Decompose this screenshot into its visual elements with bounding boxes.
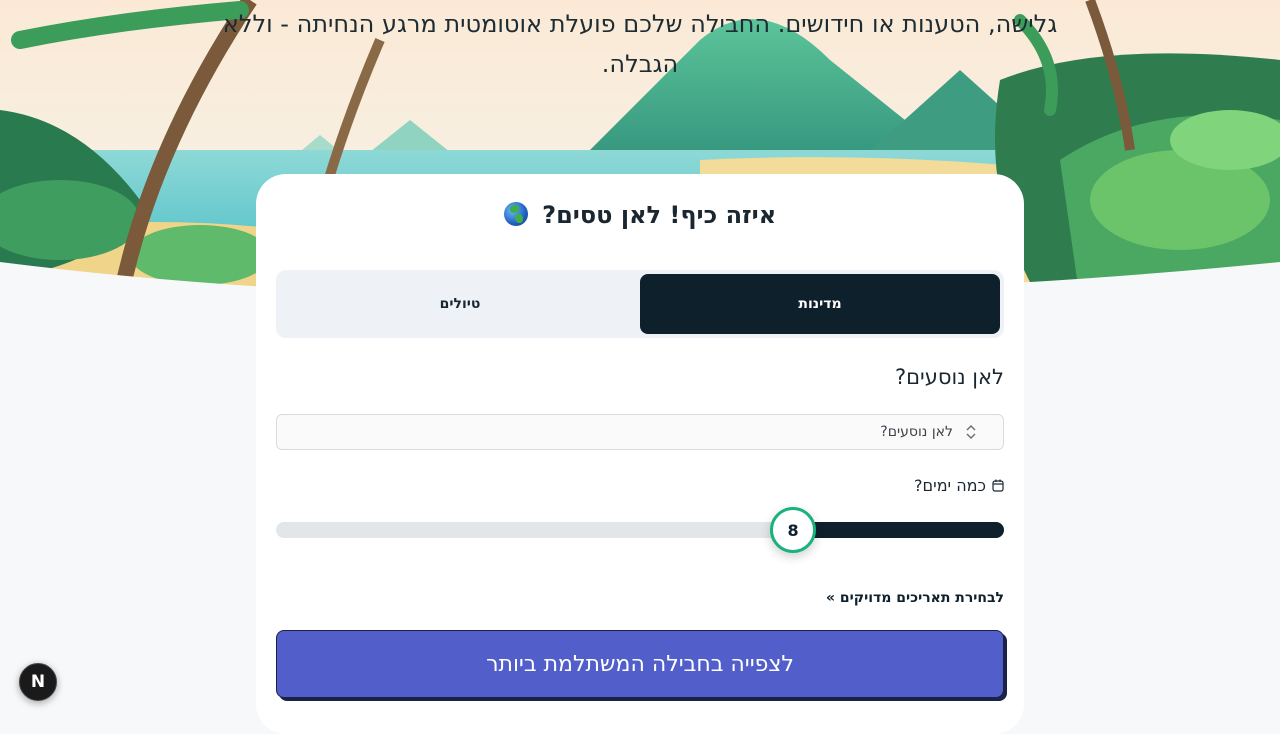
chevron-up-down-icon <box>966 424 976 440</box>
card-title-text: איזה כיף! לאן טסים? <box>542 201 777 229</box>
destination-label: לאן נוסעים? <box>894 365 1004 389</box>
destination-select[interactable]: לאן נוסעים? <box>276 414 1004 450</box>
dev-tools-badge[interactable]: N <box>19 663 57 701</box>
trip-type-tabs: מדינות טיולים <box>276 270 1004 338</box>
tab-countries[interactable]: מדינות <box>640 274 1000 334</box>
destination-select-value: לאן נוסעים? <box>880 424 953 440</box>
hero-description: גלישה, הטענות או חידושים. החבילה שלכם פו… <box>222 10 1058 78</box>
days-slider-track[interactable] <box>276 522 1004 538</box>
card-title: איזה כיף! לאן טסים? <box>256 196 1024 234</box>
calendar-icon <box>992 479 1004 492</box>
days-label-row: כמה ימים? <box>276 476 1004 495</box>
globe-icon <box>503 202 528 226</box>
view-best-package-button[interactable]: לצפייה בחבילה המשתלמת ביותר <box>276 630 1004 698</box>
days-slider-fill <box>793 522 1004 538</box>
days-label: כמה ימים? <box>914 476 986 495</box>
tab-trips[interactable]: טיולים <box>280 274 640 334</box>
days-slider-thumb[interactable]: 8 <box>770 507 816 553</box>
exact-dates-link[interactable]: לבחירת תאריכים מדויקים » <box>276 588 1004 608</box>
